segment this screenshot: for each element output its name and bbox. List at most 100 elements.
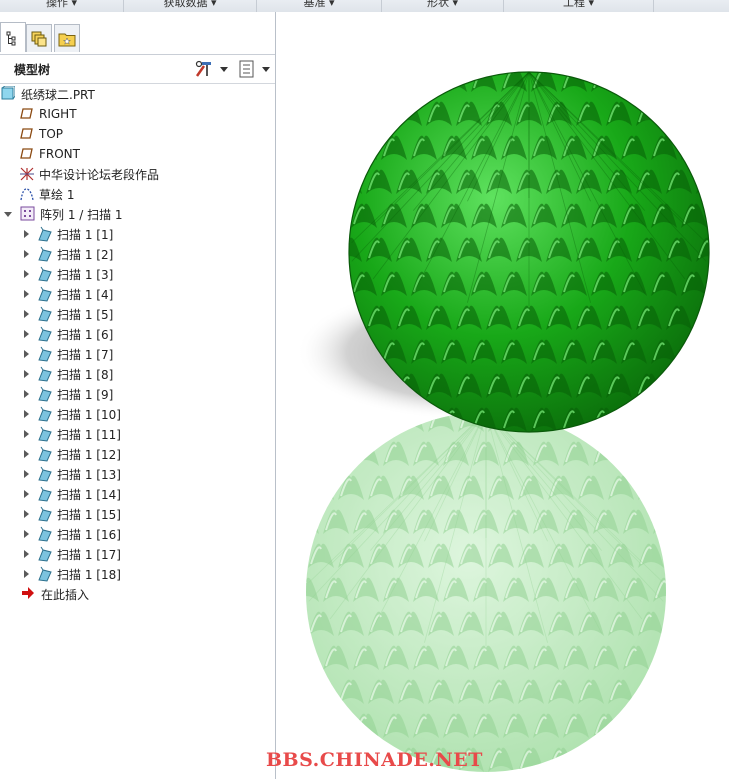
expand-icon[interactable] (24, 410, 29, 418)
tree-item-sweep[interactable]: 扫描 1 [17] (0, 544, 299, 564)
tree-item-label: 中华设计论坛老段作品 (39, 167, 160, 182)
tree-item-label: 扫描 1 [17] (57, 547, 121, 562)
expand-icon[interactable] (24, 310, 29, 318)
tree-item-right[interactable]: RIGHT (0, 104, 294, 124)
tree-item-sweep[interactable]: 扫描 1 [12] (0, 444, 299, 464)
tree-item-sweep[interactable]: 扫描 1 [16] (0, 524, 299, 544)
ribbon-group-operations[interactable]: 操作 ▾ (0, 0, 124, 12)
tree-item-csys[interactable]: 中华设计论坛老段作品 (0, 164, 294, 184)
sweep-icon (37, 366, 53, 382)
sweep-icon (37, 546, 53, 562)
expand-icon[interactable] (24, 570, 29, 578)
sweep-icon (37, 286, 53, 302)
tree-item-label: 草绘 1 (39, 187, 75, 202)
ribbon-group-datum[interactable]: 基准 ▾ (257, 0, 382, 12)
tree-item-sketch[interactable]: 草绘 1 (0, 184, 294, 204)
expand-icon[interactable] (24, 230, 29, 238)
tree-item-sweep[interactable]: 扫描 1 [18] (0, 564, 299, 584)
insert-arrow-icon (21, 586, 37, 602)
model-tree-icon (6, 31, 16, 45)
insert-here-marker[interactable]: 在此插入 (0, 584, 296, 604)
tree-item-sweep[interactable]: 扫描 1 [5] (0, 304, 299, 324)
ribbon-group-get-data[interactable]: 获取数据 ▾ (124, 0, 257, 12)
model-tree-header: 模型树 (0, 55, 275, 84)
tree-item-label: 扫描 1 [16] (57, 527, 121, 542)
tree-item-sweep[interactable]: 扫描 1 [8] (0, 364, 299, 384)
expand-icon[interactable] (24, 330, 29, 338)
tree-show-button[interactable] (238, 59, 270, 79)
expand-icon[interactable] (24, 550, 29, 558)
tree-item-label: 扫描 1 [12] (57, 447, 121, 462)
tree-item-sweep[interactable]: 扫描 1 [1] (0, 224, 299, 244)
expand-icon[interactable] (24, 450, 29, 458)
expand-icon[interactable] (24, 290, 29, 298)
navigator-tabs (0, 12, 275, 55)
model-render (296, 71, 710, 772)
tree-item-label: 扫描 1 [18] (57, 567, 121, 582)
tree-item-sweep[interactable]: 扫描 1 [2] (0, 244, 299, 264)
tree-item-sweep[interactable]: 扫描 1 [6] (0, 324, 299, 344)
expand-icon[interactable] (24, 370, 29, 378)
expand-icon[interactable] (24, 490, 29, 498)
tree-item-pattern[interactable]: 阵列 1 / 扫描 1 (0, 204, 279, 224)
sweep-icon (37, 446, 53, 462)
sweep-icon (37, 246, 53, 262)
expand-icon[interactable] (24, 350, 29, 358)
expand-icon[interactable] (24, 270, 29, 278)
sweep-icon (37, 566, 53, 582)
tree-item-sweep[interactable]: 扫描 1 [9] (0, 384, 299, 404)
tree-show-icon (239, 60, 254, 78)
tree-item-sweep[interactable]: 扫描 1 [3] (0, 264, 299, 284)
pattern-icon (20, 206, 36, 222)
tree-item-label: 扫描 1 [3] (57, 267, 114, 282)
expand-icon[interactable] (24, 250, 29, 258)
ribbon-group-engineering[interactable]: 工程 ▾ (504, 0, 654, 12)
sweep-icon (37, 226, 53, 242)
watermark: BBS.CHINADE.NET (266, 749, 483, 771)
sweep-icon (37, 326, 53, 342)
tree-item-label: 扫描 1 [14] (57, 487, 121, 502)
part-icon (1, 85, 17, 102)
sweep-icon (37, 266, 53, 282)
graphics-viewport[interactable] (276, 12, 729, 779)
tree-item-label: 扫描 1 [2] (57, 247, 114, 262)
tree-item-top[interactable]: TOP (0, 124, 294, 144)
tree-item-label: 扫描 1 [13] (57, 467, 121, 482)
tree-item-root[interactable]: 纸绣球二.PRT (0, 84, 275, 104)
collapse-icon[interactable] (4, 211, 12, 217)
favorites-tab[interactable] (54, 24, 80, 52)
tree-item-label: 扫描 1 [15] (57, 507, 121, 522)
datum-plane-icon (19, 106, 35, 122)
sweep-icon (37, 526, 53, 542)
tree-item-sweep[interactable]: 扫描 1 [15] (0, 504, 299, 524)
tree-item-label: FRONT (39, 147, 80, 161)
favorites-folder-icon (58, 33, 76, 46)
model-tree-tab[interactable] (0, 22, 26, 52)
expand-icon[interactable] (24, 430, 29, 438)
expand-icon[interactable] (24, 470, 29, 478)
sketch-icon (19, 186, 35, 202)
tree-item-label: 纸绣球二.PRT (21, 87, 95, 102)
tree-item-sweep[interactable]: 扫描 1 [13] (0, 464, 299, 484)
tree-item-sweep[interactable]: 扫描 1 [11] (0, 424, 299, 444)
tree-item-sweep[interactable]: 扫描 1 [10] (0, 404, 299, 424)
tree-item-label: 扫描 1 [6] (57, 327, 114, 342)
tree-item-label: 扫描 1 [1] (57, 227, 114, 242)
layers-tab[interactable] (26, 24, 52, 52)
ball-reflection (306, 412, 666, 772)
expand-icon[interactable] (24, 530, 29, 538)
tree-item-front[interactable]: FRONT (0, 144, 294, 164)
ribbon-group-shapes[interactable]: 形状 ▾ (382, 0, 504, 12)
tree-item-label: 扫描 1 [9] (57, 387, 114, 402)
tree-item-sweep[interactable]: 扫描 1 [7] (0, 344, 299, 364)
tree-item-label: TOP (39, 127, 64, 141)
expand-icon[interactable] (24, 510, 29, 518)
tree-item-sweep[interactable]: 扫描 1 [14] (0, 484, 299, 504)
tree-item-label: 扫描 1 [10] (57, 407, 121, 422)
expand-icon[interactable] (24, 390, 29, 398)
datum-plane-icon (19, 126, 35, 142)
tree-settings-button[interactable] (194, 59, 228, 79)
tree-item-sweep[interactable]: 扫描 1 [4] (0, 284, 299, 304)
sweep-icon (37, 486, 53, 502)
tree-item-label: 扫描 1 [4] (57, 287, 114, 302)
